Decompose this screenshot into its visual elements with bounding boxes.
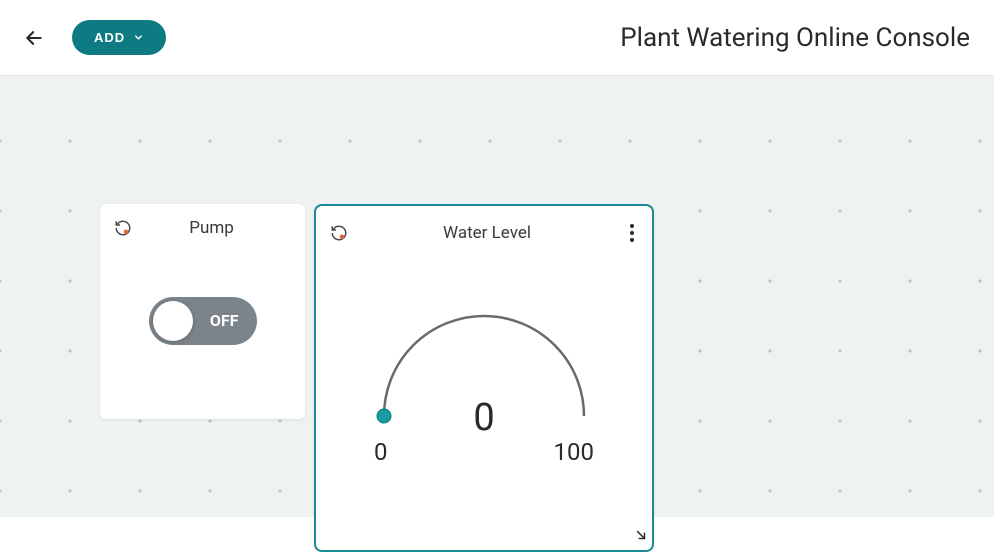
resize-handle-icon[interactable] [634, 527, 648, 546]
toggle-knob [153, 301, 193, 341]
toggle-state-label: OFF [210, 311, 239, 330]
history-status-icon [330, 224, 348, 242]
gauge-body: 0 0 100 [316, 246, 652, 540]
widget-title: Water Level [348, 223, 626, 243]
pump-toggle[interactable]: OFF [149, 297, 257, 345]
chevron-down-icon [133, 32, 144, 43]
back-arrow-icon[interactable] [24, 28, 44, 48]
gauge-max-label: 100 [554, 438, 594, 466]
add-button[interactable]: ADD [72, 20, 166, 55]
widget-title: Pump [132, 218, 291, 238]
add-button-label: ADD [94, 30, 125, 45]
widget-header: Water Level [316, 206, 652, 246]
pump-body: OFF [100, 238, 305, 403]
pump-widget[interactable]: Pump OFF [100, 204, 305, 419]
gauge-min-label: 0 [374, 438, 388, 466]
kebab-menu-icon[interactable] [626, 220, 638, 246]
page-title: Plant Watering Online Console [166, 23, 970, 53]
gauge-value: 0 [473, 396, 494, 440]
history-status-icon [114, 219, 132, 237]
water-level-widget[interactable]: Water Level 0 0 100 [314, 204, 654, 552]
header: ADD Plant Watering Online Console [0, 0, 994, 76]
widget-header: Pump [100, 204, 305, 238]
gauge-scale-labels: 0 100 [354, 438, 614, 466]
dashboard-canvas[interactable]: Pump OFF Water Level [0, 76, 994, 517]
